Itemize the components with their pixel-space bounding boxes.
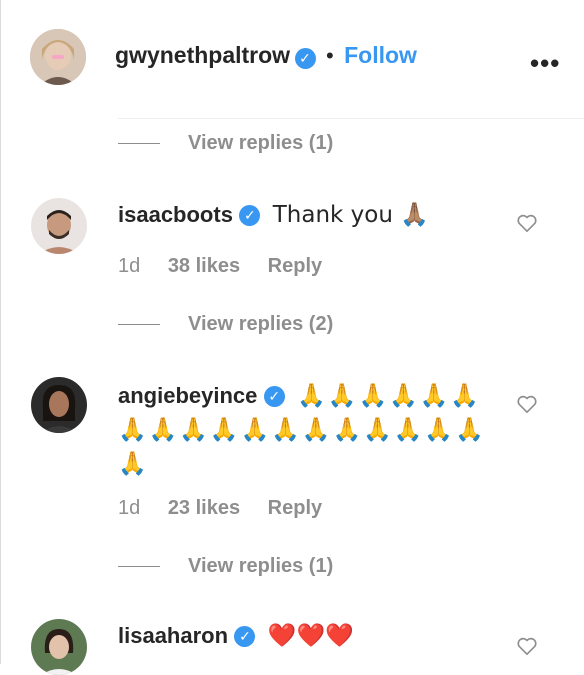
view-replies-label: View replies (1) — [188, 555, 334, 577]
reply-button[interactable]: Reply — [268, 255, 322, 277]
comment-likes[interactable]: 23 likes — [168, 497, 240, 519]
verified-badge-icon: ✓ — [294, 48, 316, 70]
comment-age: 1d — [118, 255, 141, 277]
avatar-photo-icon — [31, 198, 87, 254]
comment: isaacboots ✓ Thank you 🙏🏽 — [118, 198, 508, 232]
replies-line — [118, 566, 160, 567]
like-heart-icon[interactable] — [516, 636, 538, 656]
view-replies-label: View replies (1) — [188, 132, 334, 154]
post-header: gwynethpaltrow ✓ • Follow ••• — [0, 0, 584, 118]
comment-meta: 1d 38 likes Reply — [118, 255, 344, 278]
verified-badge-icon: ✓ — [263, 386, 285, 408]
view-replies-button[interactable]: View replies (2) — [118, 313, 333, 336]
author-avatar[interactable] — [30, 29, 86, 85]
replies-line — [118, 143, 160, 144]
follow-button[interactable]: Follow — [344, 42, 417, 68]
reply-button[interactable]: Reply — [268, 497, 322, 519]
avatar-photo-icon — [31, 619, 87, 675]
avatar-photo-icon — [31, 377, 87, 433]
header-user-row: gwynethpaltrow ✓ • Follow — [115, 42, 417, 70]
comment-text: Thank you 🙏🏽 — [272, 202, 429, 228]
comment-age: 1d — [118, 497, 141, 519]
view-replies-label: View replies (2) — [188, 313, 334, 335]
comment-username[interactable]: lisaaharon — [118, 623, 228, 648]
verified-badge-icon: ✓ — [239, 205, 261, 227]
comment-meta: 1d 23 likes Reply — [118, 497, 344, 520]
more-options-icon[interactable]: ••• — [530, 48, 560, 79]
comment-text: ❤️❤️❤️ — [267, 623, 354, 649]
avatar-photo-icon — [30, 29, 86, 85]
view-replies-button[interactable]: View replies (1) — [118, 132, 333, 155]
verified-badge-icon: ✓ — [234, 626, 256, 648]
comment: angiebeyince ✓ 🙏🙏🙏🙏🙏🙏🙏🙏🙏🙏🙏🙏🙏🙏🙏🙏🙏🙏🙏 — [118, 379, 498, 481]
author-username[interactable]: gwynethpaltrow — [115, 42, 290, 68]
like-heart-icon[interactable] — [516, 394, 538, 414]
replies-line — [118, 324, 160, 325]
commenter-avatar[interactable] — [31, 619, 87, 675]
comment-username[interactable]: isaacboots — [118, 202, 233, 227]
comment-likes[interactable]: 38 likes — [168, 255, 240, 277]
comment: lisaaharon ✓ ❤️❤️❤️ — [118, 619, 508, 653]
header-divider — [118, 118, 584, 119]
comment-username[interactable]: angiebeyince — [118, 383, 257, 408]
view-replies-button[interactable]: View replies (1) — [118, 555, 333, 578]
like-heart-icon[interactable] — [516, 213, 538, 233]
commenter-avatar[interactable] — [31, 377, 87, 433]
separator-dot: • — [325, 43, 334, 68]
commenter-avatar[interactable] — [31, 198, 87, 254]
